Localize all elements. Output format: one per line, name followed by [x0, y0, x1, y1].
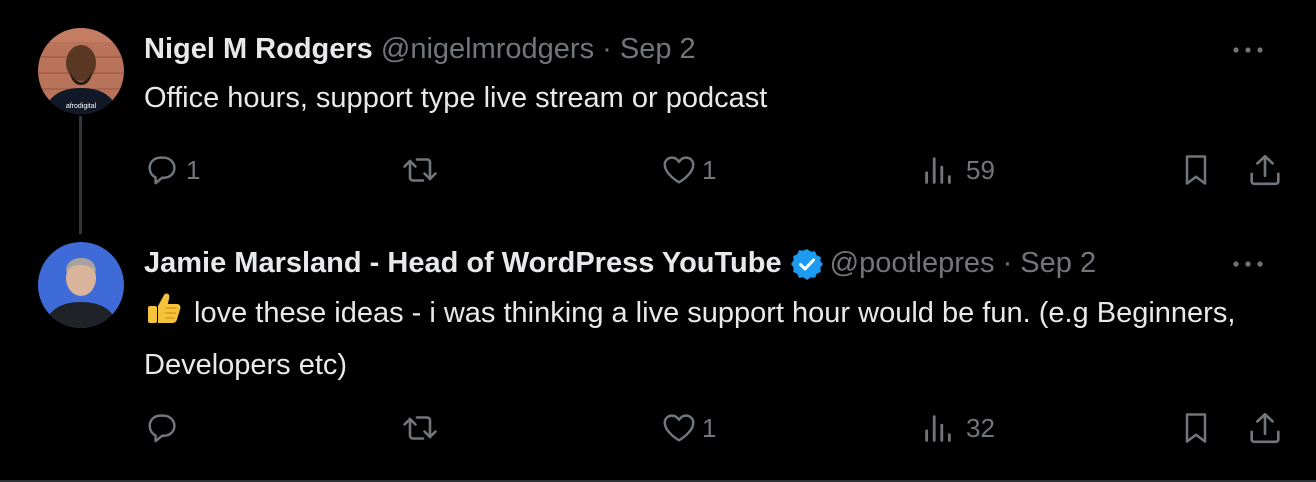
- tweet-date[interactable]: Sep 2: [620, 33, 696, 65]
- retweet-button[interactable]: [400, 408, 444, 448]
- retweet-icon: [403, 416, 437, 440]
- bookmark-button[interactable]: [1178, 150, 1214, 190]
- tweet-header: Nigel M Rodgers @nigelmrodgers · Sep 2: [144, 31, 696, 67]
- reply-icon: [148, 156, 176, 185]
- tweet-text: love these ideas - i was thinking a live…: [144, 288, 1254, 388]
- more-icon[interactable]: [1230, 246, 1266, 282]
- reply-thread: afrodigital Nigel M Rodgers @nigelmrodge…: [0, 0, 1316, 482]
- share-icon: [1250, 412, 1280, 444]
- separator: ·: [602, 33, 612, 65]
- views-icon: [925, 415, 951, 442]
- views-button[interactable]: 32: [920, 408, 995, 448]
- retweet-button[interactable]: [400, 150, 444, 190]
- more-icon[interactable]: [1230, 32, 1266, 68]
- bookmark-icon: [1185, 155, 1207, 185]
- share-button[interactable]: [1246, 150, 1284, 190]
- author-handle[interactable]: @nigelmrodgers: [381, 33, 594, 65]
- share-icon: [1250, 154, 1280, 186]
- like-icon: [663, 156, 695, 184]
- tweet-actions: 1 1 59: [144, 150, 1284, 190]
- reply-count: 1: [186, 154, 201, 185]
- views-button[interactable]: 59: [920, 150, 995, 190]
- tweet-date[interactable]: Sep 2: [1020, 247, 1096, 279]
- thread-line: [79, 116, 82, 234]
- like-count: 1: [702, 154, 717, 185]
- thumbs-up-emoji-icon: [144, 288, 184, 342]
- author-name[interactable]: Nigel M Rodgers: [144, 33, 373, 65]
- reply-button[interactable]: [144, 408, 186, 448]
- reply-icon: [148, 414, 176, 443]
- tweet-text: Office hours, support type live stream o…: [144, 82, 768, 114]
- bookmark-button[interactable]: [1178, 408, 1214, 448]
- views-count: 32: [966, 412, 995, 443]
- tweet[interactable]: afrodigital Nigel M Rodgers @nigelmrodge…: [0, 0, 1316, 234]
- verified-badge-icon[interactable]: [790, 247, 824, 290]
- avatar[interactable]: [38, 242, 124, 328]
- like-button[interactable]: 1: [660, 408, 716, 448]
- author-name[interactable]: Jamie Marsland - Head of WordPress YouTu…: [144, 247, 782, 279]
- tweet-header: Jamie Marsland - Head of WordPress YouTu…: [144, 245, 1096, 290]
- like-button[interactable]: 1: [660, 150, 716, 190]
- tweet-actions: 1 32: [144, 408, 1284, 448]
- views-count: 59: [966, 154, 995, 185]
- tweet[interactable]: Jamie Marsland - Head of WordPress YouTu…: [0, 232, 1316, 480]
- share-button[interactable]: [1246, 408, 1284, 448]
- avatar[interactable]: afrodigital: [38, 28, 124, 114]
- retweet-icon: [403, 158, 437, 182]
- views-icon: [925, 157, 951, 184]
- avatar-logo-text: afrodigital: [66, 103, 97, 110]
- separator: ·: [1002, 247, 1013, 279]
- like-icon: [663, 414, 695, 442]
- bookmark-icon: [1185, 413, 1207, 443]
- reply-button[interactable]: 1: [144, 150, 200, 190]
- author-handle[interactable]: @pootlepres: [830, 245, 995, 281]
- like-count: 1: [702, 412, 717, 443]
- tweet-text-body: love these ideas - i was thinking a live…: [144, 297, 1236, 381]
